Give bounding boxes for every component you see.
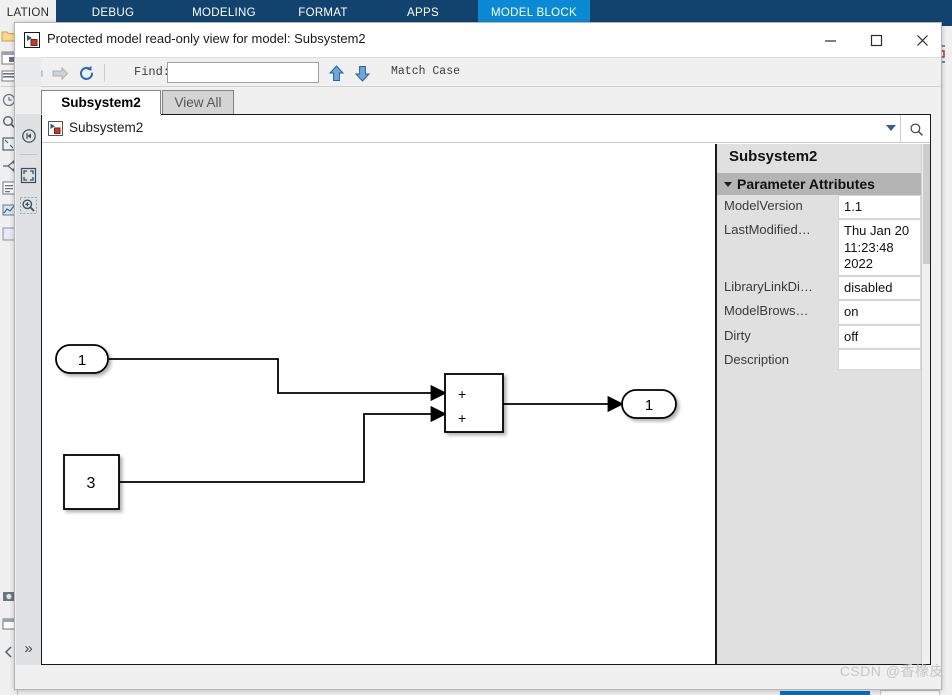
refresh-icon[interactable] — [75, 62, 97, 84]
search-icon[interactable] — [906, 120, 926, 139]
tab-label: Subsystem2 — [61, 95, 141, 110]
sum-sign-1: + — [458, 386, 466, 402]
taskbar-tile — [880, 690, 940, 695]
parameter-key: Description — [724, 351, 790, 367]
parameter-attributes-label: Parameter Attributes — [737, 176, 875, 192]
parameter-key: LibraryLinkDi… — [724, 279, 813, 294]
tab-label: View All — [174, 95, 222, 110]
find-toolbar: Find: Match Case — [15, 57, 941, 87]
watermark: CSDN @香橡皮 — [839, 663, 944, 679]
parameter-row: Dirty off — [717, 324, 921, 349]
parameter-value[interactable]: 1.1 — [838, 195, 921, 220]
signal-inport-to-sum — [109, 358, 447, 402]
parameter-value[interactable]: on — [838, 300, 921, 325]
parameter-value[interactable]: off — [838, 324, 921, 349]
model-canvas[interactable]: 1 3 + + 1 Subsystem2 Parameter Attribute… — [42, 144, 930, 664]
parameter-key: ModelBrows… — [724, 303, 809, 319]
signal-constant-to-sum — [120, 405, 447, 483]
window-titlebar: Protected model read-only view for model… — [15, 23, 941, 57]
document-tab-strip: Subsystem2 View All — [15, 87, 941, 115]
find-label: Find: — [134, 65, 171, 79]
zoom-in-icon[interactable] — [19, 196, 38, 215]
chevron-down-icon[interactable] — [724, 181, 732, 187]
simulink-protected-model-icon — [24, 32, 40, 48]
breadcrumb: Subsystem2 — [42, 115, 930, 143]
parameter-row: LastModified… Thu Jan 20 11:23:48 2022 — [717, 219, 921, 276]
arrow-up-icon[interactable] — [325, 62, 347, 84]
parameter-value[interactable]: Thu Jan 20 11:23:48 2022 — [838, 219, 921, 276]
breadcrumb-divider — [900, 115, 901, 143]
match-case-label[interactable]: Match Case — [391, 65, 460, 78]
inport-1-label: 1 — [78, 352, 86, 369]
forward-arrow-icon[interactable] — [49, 62, 71, 84]
parameter-value[interactable]: disabled — [838, 276, 921, 301]
chevron-down-icon[interactable] — [886, 125, 896, 131]
canvas-toolbar-backdrop — [16, 57, 41, 87]
panel-scrollbar[interactable] — [921, 144, 930, 664]
parameter-key: Dirty — [724, 327, 751, 343]
parameter-row: ModelVersion 1.1 — [717, 195, 921, 220]
parameter-row: LibraryLinkDi… disabled — [717, 276, 921, 301]
constant-3-label: 3 — [87, 475, 96, 492]
parameter-key: LastModified… — [724, 222, 811, 238]
maximize-button[interactable] — [854, 23, 899, 57]
parameter-value[interactable] — [838, 348, 921, 370]
minimize-button[interactable] — [808, 23, 853, 57]
breadcrumb-label[interactable]: Subsystem2 — [69, 120, 143, 135]
navigate-up-icon[interactable] — [19, 126, 38, 145]
parameter-row: Description — [717, 348, 921, 370]
protected-model-viewer-window: Protected model read-only view for model… — [14, 22, 942, 690]
sum-sign-2: + — [458, 410, 466, 426]
parameter-row: ModelBrows… on — [717, 300, 921, 325]
parameter-rows: ModelVersion 1.1 LastModified… Thu Jan 20 1… — [717, 195, 921, 370]
fit-to-view-icon[interactable] — [19, 166, 38, 185]
canvas-side-toolbar: » — [16, 114, 41, 665]
close-button[interactable] — [900, 23, 945, 57]
sum-block[interactable] — [444, 373, 504, 433]
window-title: Protected model read-only view for model… — [47, 31, 366, 46]
canvas-toolbar-divider — [20, 154, 37, 155]
diagram-pane[interactable]: 1 3 + + 1 — [42, 144, 715, 664]
model-block-icon — [48, 121, 63, 136]
parameter-attributes-header[interactable]: Parameter Attributes — [717, 173, 921, 195]
search-input[interactable] — [167, 62, 319, 83]
simulink-diagram: 1 3 + + 1 — [55, 344, 677, 510]
parameter-attributes-panel: Subsystem2 Parameter Attributes ModelVer… — [717, 144, 930, 664]
expand-toolbar-button[interactable]: » — [18, 638, 39, 658]
model-view-content: Subsystem2 1 3 + + 1 Subsystem2 Paramete… — [41, 114, 931, 665]
window-bottom-strip — [15, 665, 941, 689]
panel-scrollbar-thumb[interactable] — [923, 144, 930, 264]
tab-subsystem2[interactable]: Subsystem2 — [41, 90, 161, 115]
arrow-down-icon[interactable] — [351, 62, 373, 84]
panel-title: Subsystem2 — [729, 148, 818, 165]
parameter-key: ModelVersion — [724, 198, 803, 213]
taskbar-accent — [780, 691, 870, 695]
outport-1-label: 1 — [645, 397, 653, 414]
toolbar-divider — [104, 64, 105, 82]
tab-view-all[interactable]: View All — [162, 90, 234, 115]
